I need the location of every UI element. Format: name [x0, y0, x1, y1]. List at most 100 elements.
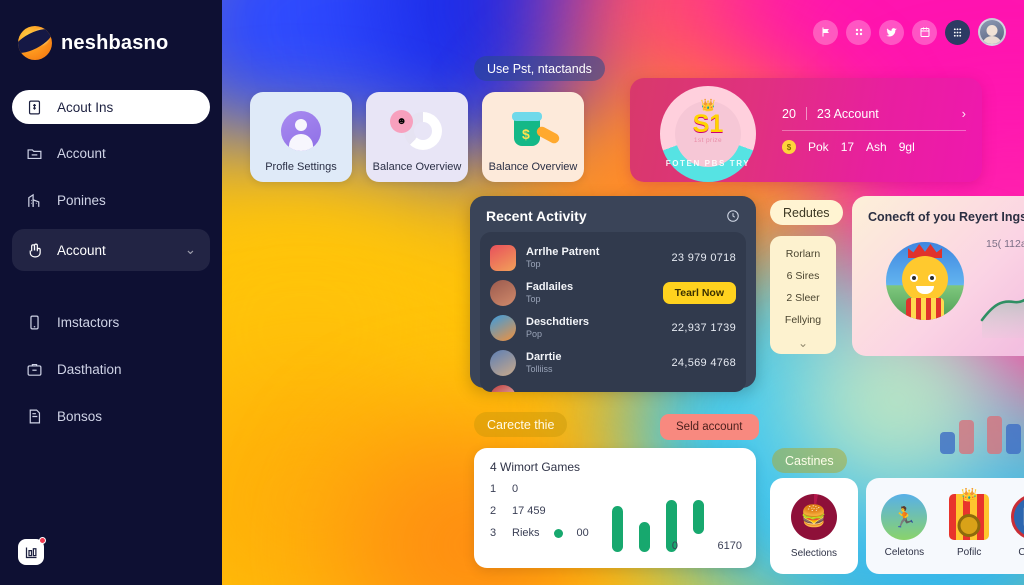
- twitter-icon[interactable]: [879, 19, 904, 45]
- mascot-art: [886, 242, 964, 320]
- item-value: 22,937 1739: [671, 321, 736, 334]
- redutes-pill[interactable]: Redutes: [770, 200, 843, 225]
- tiles-row: Profle Settings ☻ Balance Overview $ Bal…: [250, 92, 584, 182]
- sidebar-item-label: Acout Ins: [57, 99, 114, 115]
- briefcase-icon: [27, 363, 42, 376]
- calendar-icon[interactable]: [912, 19, 937, 45]
- tile-label: Balance Overview: [372, 161, 462, 173]
- panel-title: Conecft of you Reyert Ings: [868, 210, 1024, 224]
- grid-dots-icon[interactable]: [846, 19, 871, 45]
- bar: [612, 506, 623, 552]
- area-chart: [980, 298, 1024, 338]
- game-item-celetons[interactable]: Celetons: [881, 494, 928, 558]
- avatar: [490, 314, 516, 341]
- sidebar-item-account-1[interactable]: Account: [12, 135, 210, 171]
- selections-label: Selections: [790, 547, 838, 559]
- avatar: [490, 244, 516, 271]
- sidebar-item-account-2[interactable]: Account ⌄: [12, 229, 210, 271]
- tile-profle-settings[interactable]: Profle Settings: [250, 92, 352, 182]
- sidebar-item-label: Account: [57, 145, 106, 161]
- badge-subtitle: 1st prize: [693, 137, 723, 144]
- phone-icon: [30, 315, 39, 329]
- dashboard-icon: [25, 547, 36, 558]
- banner-stat-c: Ash: [866, 140, 887, 154]
- game-label: Celetons: [884, 547, 925, 558]
- sidebar-item-label: Account: [57, 242, 106, 258]
- chart-annotation: 15( 112am: [986, 238, 1024, 250]
- chevron-right-icon[interactable]: ›: [962, 106, 966, 121]
- clipboard-icon: [28, 100, 41, 114]
- divider: [805, 107, 807, 120]
- sidebar-item-ponines[interactable]: Ponines: [12, 182, 210, 218]
- trophy-icon: [949, 494, 990, 540]
- redutes-item[interactable]: Fellying: [785, 314, 821, 326]
- logo-icon: [18, 26, 52, 60]
- item-value: 24,569 4768: [671, 356, 736, 369]
- hand-icon: [29, 243, 41, 257]
- redutes-item[interactable]: Rorlarn: [786, 248, 820, 260]
- clock-icon[interactable]: [726, 209, 740, 223]
- redutes-item[interactable]: 2 Sleer: [786, 292, 819, 304]
- sidebar-app-badge[interactable]: [18, 537, 46, 565]
- badge-arc-text: FOTEN PBS TRY: [665, 159, 751, 168]
- folder-icon: [27, 148, 42, 159]
- list-item-partial[interactable]: [490, 380, 736, 392]
- flag-icon[interactable]: [813, 19, 838, 45]
- item-sub: Top: [526, 293, 541, 304]
- seld-account-button[interactable]: Seld account: [660, 414, 759, 440]
- games-row: Celetons Pofilc Couies Dalley: [866, 478, 1024, 574]
- bar: [693, 500, 704, 534]
- carecte-pill[interactable]: Carecte thie: [474, 412, 568, 437]
- item-value: 23 979 0718: [671, 251, 736, 264]
- item-name: Darrtie: [526, 351, 562, 363]
- activity-list: Arrlhe Patrent Top 23 979 0718 Fadlailes…: [480, 232, 746, 392]
- game-item-couies[interactable]: Couies: [1004, 494, 1024, 558]
- item-name: Arrlhe Patrent: [526, 246, 600, 258]
- castines-pill[interactable]: Castines: [772, 448, 847, 473]
- row-key: 1: [490, 483, 497, 495]
- apps-grid-icon[interactable]: [945, 19, 970, 45]
- row-key: 3: [490, 527, 497, 539]
- bar: [940, 432, 955, 454]
- banner-stat-a: Pok: [808, 140, 829, 154]
- badge-icon: ☻: [390, 110, 413, 133]
- panel-title: Recent Activity: [486, 208, 587, 224]
- redutes-item[interactable]: 6 Sires: [787, 270, 820, 282]
- list-item[interactable]: Deschdtiers Pop 22,937 1739: [490, 310, 736, 345]
- tearl-now-button[interactable]: Tearl Now: [662, 281, 736, 304]
- list-item[interactable]: Darrtie Tolliiss 24,569 4768: [490, 345, 736, 380]
- banner-stats: 20 23 Account › $ Pok 17 Ash 9gl: [782, 106, 966, 154]
- sidebar-item-label: Imstactors: [57, 314, 120, 330]
- donut-chart-art: ☻: [390, 110, 444, 152]
- sidebar-item-label: Bonsos: [57, 408, 103, 424]
- row-value: 0: [512, 483, 519, 495]
- avatar[interactable]: [978, 18, 1006, 46]
- status-dot: [553, 528, 563, 538]
- bar: [1005, 424, 1021, 454]
- notification-dot: [39, 537, 46, 544]
- tile-balance-overview-1[interactable]: ☻ Balance Overview: [366, 92, 468, 182]
- topbar: [813, 18, 1006, 46]
- sidebar-item-acout-ins[interactable]: Acout Ins: [12, 90, 210, 124]
- item-sub: Top: [526, 258, 541, 269]
- sidebar-item-imstactors[interactable]: Imstactors: [12, 304, 210, 340]
- app-root: neshbasno Acout Ins Account Ponines Acco…: [0, 0, 1024, 585]
- redutes-list: Rorlarn 6 Sires 2 Sleer Fellying ⌄: [770, 236, 836, 354]
- note-icon: [29, 409, 41, 423]
- row-value: Rieks: [512, 527, 540, 539]
- bar: [986, 416, 1002, 454]
- tile-balance-overview-2[interactable]: $ Balance Overview: [482, 92, 584, 182]
- promo-banner[interactable]: 👑 S1 1st prize FOTEN PBS TRY 20 23 Accou…: [630, 78, 982, 182]
- coin-icon: $: [782, 140, 796, 154]
- chevron-down-icon[interactable]: ⌄: [798, 336, 808, 350]
- inline-value: 00: [576, 527, 589, 539]
- sidebar-item-dasthation[interactable]: Dasthation: [12, 351, 210, 387]
- selections-card[interactable]: Selections: [770, 478, 858, 574]
- chevron-down-icon[interactable]: ⌄: [185, 242, 196, 258]
- game-item-pofilc[interactable]: Pofilc: [946, 494, 992, 558]
- list-item[interactable]: Fadlailes Top Tearl Now: [490, 275, 736, 310]
- item-sub: Pop: [526, 328, 543, 339]
- sidebar-item-bonsos[interactable]: Bonsos: [12, 398, 210, 434]
- list-item[interactable]: Arrlhe Patrent Top 23 979 0718: [490, 240, 736, 275]
- bar: [958, 420, 974, 454]
